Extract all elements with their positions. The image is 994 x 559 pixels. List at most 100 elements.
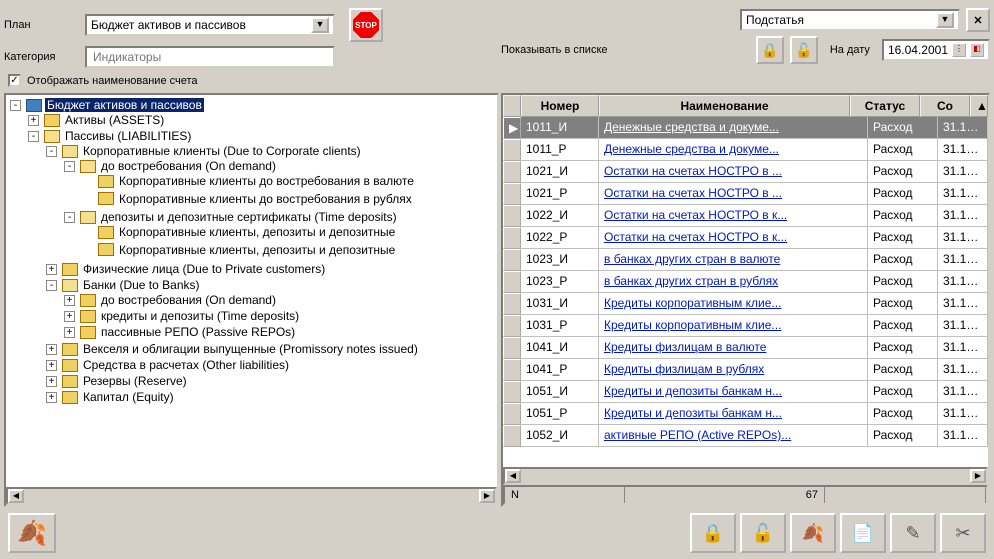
table-row[interactable]: 1051_РКредиты и депозиты банкам н...Расх…	[503, 403, 988, 425]
tree-node[interactable]: +Средства в расчетах (Other liabilities)	[46, 358, 291, 372]
table-row[interactable]: 1021_РОстатки на счетах НОСТРО в ...Расх…	[503, 183, 988, 205]
edit-button[interactable]: ✎	[890, 513, 936, 553]
col-header-name[interactable]: Наименование	[599, 95, 850, 117]
expand-toggle[interactable]: +	[64, 295, 75, 306]
cell-name-link[interactable]: Денежные средства и докуме...	[599, 117, 868, 139]
cell-name-link[interactable]: Кредиты и депозиты банкам н...	[599, 403, 868, 425]
table-row[interactable]: 1022_РОстатки на счетах НОСТРО в к...Рас…	[503, 227, 988, 249]
stop-button[interactable]: STOP	[349, 8, 383, 42]
table-row[interactable]: 1041_ИКредиты физлицам в валютеРасход31.…	[503, 337, 988, 359]
tree-node[interactable]: -депозиты и депозитные сертификаты (Time…	[64, 210, 399, 224]
cell-name-link[interactable]: в банках других стран в рублях	[599, 271, 868, 293]
col-header-status[interactable]: Статус	[850, 95, 920, 117]
lock-open-button[interactable]: 🔓	[790, 36, 818, 64]
chevron-down-icon[interactable]: ▼	[311, 17, 329, 33]
show-names-checkbox[interactable]: ✓	[8, 74, 21, 87]
table-row[interactable]: 1011_РДенежные средства и докуме...Расхо…	[503, 139, 988, 161]
tree-node[interactable]: Корпоративные клиенты до востребования в…	[82, 192, 414, 206]
col-header-date[interactable]: Со	[920, 95, 970, 117]
tree-node[interactable]: -Пассивы (LIABILITIES)	[28, 129, 193, 143]
grid-body[interactable]: ▶1011_ИДенежные средства и докуме...Расх…	[503, 117, 988, 467]
cell-name-link[interactable]: Кредиты корпоративным клие...	[599, 315, 868, 337]
expand-toggle[interactable]: +	[64, 327, 75, 338]
lock-open-toolbar-button[interactable]: 🔓	[740, 513, 786, 553]
tree-node[interactable]: +Физические лица (Due to Private custome…	[46, 262, 327, 276]
category-input[interactable]: Индикаторы	[85, 46, 335, 68]
scroll-left-icon[interactable]: ◀	[8, 489, 24, 503]
expand-toggle[interactable]: -	[46, 146, 57, 157]
tree-node[interactable]: +Векселя и облигации выпущенные (Promiss…	[46, 342, 420, 356]
tree-node[interactable]: +кредиты и депозиты (Time deposits)	[64, 309, 301, 323]
col-header-number[interactable]: Номер	[521, 95, 599, 117]
cell-name-link[interactable]: Остатки на счетах НОСТРО в ...	[599, 161, 868, 183]
expand-toggle[interactable]: +	[46, 360, 57, 371]
row-marker-header[interactable]	[503, 95, 521, 117]
expand-toggle[interactable]: -	[28, 131, 39, 142]
document-button[interactable]: 📄	[840, 513, 886, 553]
expand-toggle[interactable]: +	[46, 344, 57, 355]
table-row[interactable]: 1031_РКредиты корпоративным клие...Расхо…	[503, 315, 988, 337]
table-row[interactable]: 1022_ИОстатки на счетах НОСТРО в к...Рас…	[503, 205, 988, 227]
expand-toggle[interactable]: +	[46, 376, 57, 387]
expand-toggle[interactable]: -	[64, 212, 75, 223]
tree-node[interactable]: Корпоративные клиенты, депозиты и депози…	[82, 225, 397, 239]
close-button[interactable]: ✕	[966, 8, 990, 32]
expand-toggle[interactable]: -	[64, 161, 75, 172]
tree-node[interactable]: Корпоративные клиенты до востребования в…	[82, 174, 416, 188]
expand-toggle[interactable]: +	[46, 392, 57, 403]
chevron-down-icon[interactable]: ▼	[936, 12, 954, 28]
cell-name-link[interactable]: в банках других стран в валюте	[599, 249, 868, 271]
expand-toggle[interactable]: -	[46, 280, 57, 291]
expand-toggle[interactable]	[82, 227, 93, 238]
cell-name-link[interactable]: Денежные средства и докуме...	[599, 139, 868, 161]
table-row[interactable]: 1021_ИОстатки на счетах НОСТРО в ...Расх…	[503, 161, 988, 183]
plan-dropdown[interactable]: Бюджет активов и пассивов ▼	[85, 14, 335, 36]
table-row[interactable]: 1051_ИКредиты и депозиты банкам н...Расх…	[503, 381, 988, 403]
cell-name-link[interactable]: Кредиты физлицам в рублях	[599, 359, 868, 381]
expand-toggle[interactable]	[82, 176, 93, 187]
table-row[interactable]: 1052_Иактивные РЕПО (Active REPOs)...Рас…	[503, 425, 988, 447]
cell-name-link[interactable]: Остатки на счетах НОСТРО в к...	[599, 205, 868, 227]
tree-node[interactable]: -Бюджет активов и пассивов	[10, 98, 204, 112]
tree-node[interactable]: -до востребования (On demand)	[64, 159, 278, 173]
lock-closed-button[interactable]: 🔒	[756, 36, 784, 64]
calendar-icon[interactable]: ◧	[970, 43, 984, 57]
tree-node[interactable]: Корпоративные клиенты, депозиты и депози…	[82, 243, 397, 257]
tree-panel[interactable]: -Бюджет активов и пассивов+Активы (ASSET…	[4, 93, 499, 507]
leaf-toolbar-button[interactable]: 🍂	[790, 513, 836, 553]
cell-name-link[interactable]: Остатки на счетах НОСТРО в к...	[599, 227, 868, 249]
scroll-left-icon[interactable]: ◀	[505, 469, 521, 483]
cell-number: 1011_Р	[521, 139, 599, 161]
cell-name-link[interactable]: активные РЕПО (Active REPOs)...	[599, 425, 868, 447]
leaf-button-left[interactable]: 🍂	[8, 513, 56, 553]
table-row[interactable]: 1023_Ив банках других стран в валютеРасх…	[503, 249, 988, 271]
date-spinner-icon[interactable]: ⋮	[952, 43, 966, 57]
tree-node[interactable]: +Капитал (Equity)	[46, 390, 176, 404]
expand-toggle[interactable]: +	[28, 115, 39, 126]
tree-node[interactable]: +Активы (ASSETS)	[28, 113, 166, 127]
filter-dropdown[interactable]: Подстатья ▼	[740, 9, 960, 31]
table-row[interactable]: 1041_РКредиты физлицам в рубляхРасход31.…	[503, 359, 988, 381]
date-input[interactable]: 16.04.2001 ⋮ ◧	[882, 39, 990, 61]
tree-node[interactable]: +до востребования (On demand)	[64, 293, 278, 307]
scroll-right-icon[interactable]: ▶	[970, 469, 986, 483]
tree-node[interactable]: -Банки (Due to Banks)	[46, 278, 202, 292]
lock-closed-toolbar-button[interactable]: 🔒	[690, 513, 736, 553]
table-row[interactable]: 1031_ИКредиты корпоративным клие...Расхо…	[503, 293, 988, 315]
table-row[interactable]: ▶1011_ИДенежные средства и докуме...Расх…	[503, 117, 988, 139]
cell-name-link[interactable]: Кредиты и депозиты банкам н...	[599, 381, 868, 403]
tree-node[interactable]: +Резервы (Reserve)	[46, 374, 189, 388]
expand-toggle[interactable]: -	[10, 100, 21, 111]
expand-toggle[interactable]: +	[64, 311, 75, 322]
expand-toggle[interactable]	[82, 244, 93, 255]
cell-name-link[interactable]: Кредиты корпоративным клие...	[599, 293, 868, 315]
tree-node[interactable]: +пассивные РЕПО (Passive REPOs)	[64, 325, 297, 339]
table-row[interactable]: 1023_Рв банках других стран в рубляхРасх…	[503, 271, 988, 293]
cell-name-link[interactable]: Остатки на счетах НОСТРО в ...	[599, 183, 868, 205]
expand-toggle[interactable]: +	[46, 264, 57, 275]
scroll-right-icon[interactable]: ▶	[479, 489, 495, 503]
expand-toggle[interactable]	[82, 193, 93, 204]
tree-node[interactable]: -Корпоративные клиенты (Due to Corporate…	[46, 144, 363, 158]
cell-name-link[interactable]: Кредиты физлицам в валюте	[599, 337, 868, 359]
cut-button[interactable]: ✂	[940, 513, 986, 553]
